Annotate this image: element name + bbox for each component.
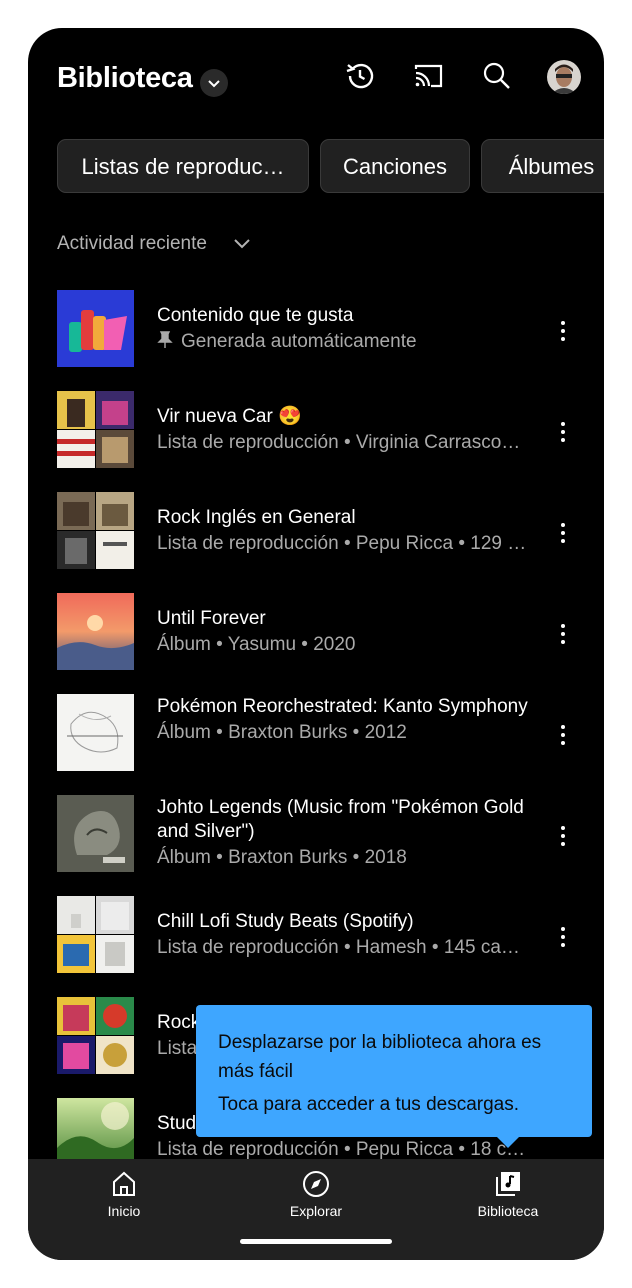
tooltip-body: Toca para acceder a tus descargas.	[218, 1094, 520, 1115]
item-subtitle: Generada automáticamente	[157, 330, 537, 354]
nav-home[interactable]: Inicio	[69, 1169, 179, 1219]
item-title: Johto Legends (Music from "Pokémon Gold …	[157, 797, 524, 842]
thumbnail	[57, 896, 134, 973]
item-subtitle: Lista de reproducción • Pepu Ricca • 129…	[157, 533, 527, 554]
more-options-icon[interactable]	[558, 824, 568, 848]
nav-library[interactable]: Biblioteca	[453, 1169, 563, 1219]
more-options-icon[interactable]	[558, 622, 568, 646]
playlist-collage-art	[57, 492, 134, 569]
list-item[interactable]: Pokémon Reorchestrated: Kanto Symphony Á…	[28, 694, 604, 774]
item-title: Until Forever	[157, 608, 266, 629]
item-meta: Johto Legends (Music from "Pokémon Gold …	[157, 796, 537, 870]
chip-playlists[interactable]: Listas de reproduc…	[57, 139, 309, 193]
chip-songs[interactable]: Canciones	[320, 139, 470, 193]
filter-chips: Listas de reproduc… Canciones Álbumes	[57, 139, 604, 195]
history-button[interactable]	[343, 59, 377, 93]
item-title: Contenido que te gusta	[157, 305, 354, 326]
item-title: Rock Inglés en General	[157, 507, 356, 528]
more-options-icon[interactable]	[558, 521, 568, 545]
item-subtitle: Lista de reproducción • Hamesh • 145 ca…	[157, 937, 520, 958]
chip-albums[interactable]: Álbumes	[481, 139, 604, 193]
home-icon	[113, 1171, 135, 1196]
liked-music-art	[57, 290, 134, 367]
playlist-collage-art	[57, 391, 134, 468]
nav-explore[interactable]: Explorar	[261, 1169, 371, 1219]
item-meta: Until Forever Álbum • Yasumu • 2020	[157, 607, 537, 657]
item-subtitle-text: Generada automáticamente	[181, 331, 417, 352]
history-icon	[346, 63, 374, 89]
nav-library-label: Biblioteca	[477, 1203, 539, 1219]
cast-icon	[414, 64, 443, 88]
home-indicator[interactable]	[240, 1239, 392, 1244]
page-title: Biblioteca	[57, 62, 193, 94]
more-options-icon[interactable]	[558, 420, 568, 444]
search-button[interactable]	[480, 59, 514, 93]
item-meta: Pokémon Reorchestrated: Kanto Symphony Á…	[157, 695, 537, 745]
bottom-nav: Inicio Explorar Biblioteca	[28, 1159, 604, 1260]
tooltip-title: Desplazarse por la biblioteca ahora es m…	[218, 1032, 542, 1082]
thumbnail	[57, 290, 134, 367]
avatar[interactable]	[547, 60, 581, 94]
list-item[interactable]: Chill Lofi Study Beats (Spotify) Lista d…	[28, 896, 604, 976]
list-item[interactable]: Johto Legends (Music from "Pokémon Gold …	[28, 795, 604, 875]
thumbnail	[57, 492, 134, 569]
nav-home-label: Inicio	[107, 1203, 141, 1219]
list-item[interactable]: Rock Inglés en General Lista de reproduc…	[28, 492, 604, 572]
more-options-icon[interactable]	[558, 925, 568, 949]
item-subtitle: Álbum • Braxton Burks • 2012	[157, 722, 407, 743]
library-icon	[496, 1172, 520, 1196]
item-meta: Contenido que te gusta Generada automáti…	[157, 304, 537, 354]
nav-explore-label: Explorar	[289, 1203, 343, 1219]
more-options-icon[interactable]	[558, 319, 568, 343]
chevron-down-icon[interactable]	[233, 238, 251, 250]
album-art	[57, 694, 134, 771]
more-options-icon[interactable]	[558, 723, 568, 747]
playlist-collage-art	[57, 997, 134, 1074]
item-meta: Chill Lofi Study Beats (Spotify) Lista d…	[157, 910, 537, 960]
pin-icon	[157, 331, 173, 348]
header: Biblioteca	[28, 28, 604, 133]
thumbnail	[57, 997, 134, 1074]
item-subtitle: Álbum • Yasumu • 2020	[157, 634, 356, 655]
item-subtitle: Lista de reproducción • Virginia Carrasc…	[157, 432, 521, 453]
thumbnail	[57, 694, 134, 771]
sort-label[interactable]: Actividad reciente	[57, 233, 207, 255]
item-title: Chill Lofi Study Beats (Spotify)	[157, 911, 414, 932]
tooltip[interactable]: Desplazarse por la biblioteca ahora es m…	[196, 1005, 592, 1137]
playlist-collage-art	[57, 896, 134, 973]
library-menu-button[interactable]	[200, 69, 228, 97]
album-art	[57, 593, 134, 670]
list-item[interactable]: Contenido que te gusta Generada automáti…	[28, 290, 604, 370]
tooltip-arrow	[496, 1136, 520, 1148]
thumbnail	[57, 391, 134, 468]
list-item[interactable]: Until Forever Álbum • Yasumu • 2020	[28, 593, 604, 673]
item-title: Pokémon Reorchestrated: Kanto Symphony	[157, 696, 528, 717]
user-photo-icon	[547, 60, 581, 94]
album-art	[57, 795, 134, 872]
item-meta: Rock Inglés en General Lista de reproduc…	[157, 506, 537, 556]
compass-icon	[303, 1171, 329, 1197]
chevron-down-icon	[208, 80, 220, 88]
search-icon	[483, 62, 510, 89]
list-item[interactable]: Vir nueva Car 😍 Lista de reproducción • …	[28, 391, 604, 471]
thumbnail	[57, 795, 134, 872]
thumbnail	[57, 593, 134, 670]
phone-screen: Biblioteca Listas de reproduc… Canciones…	[28, 28, 604, 1260]
item-subtitle: Álbum • Braxton Burks • 2018	[157, 847, 407, 868]
item-meta: Vir nueva Car 😍 Lista de reproducción • …	[157, 405, 537, 455]
item-title: Vir nueva Car 😍	[157, 406, 302, 427]
cast-button[interactable]	[412, 59, 446, 93]
